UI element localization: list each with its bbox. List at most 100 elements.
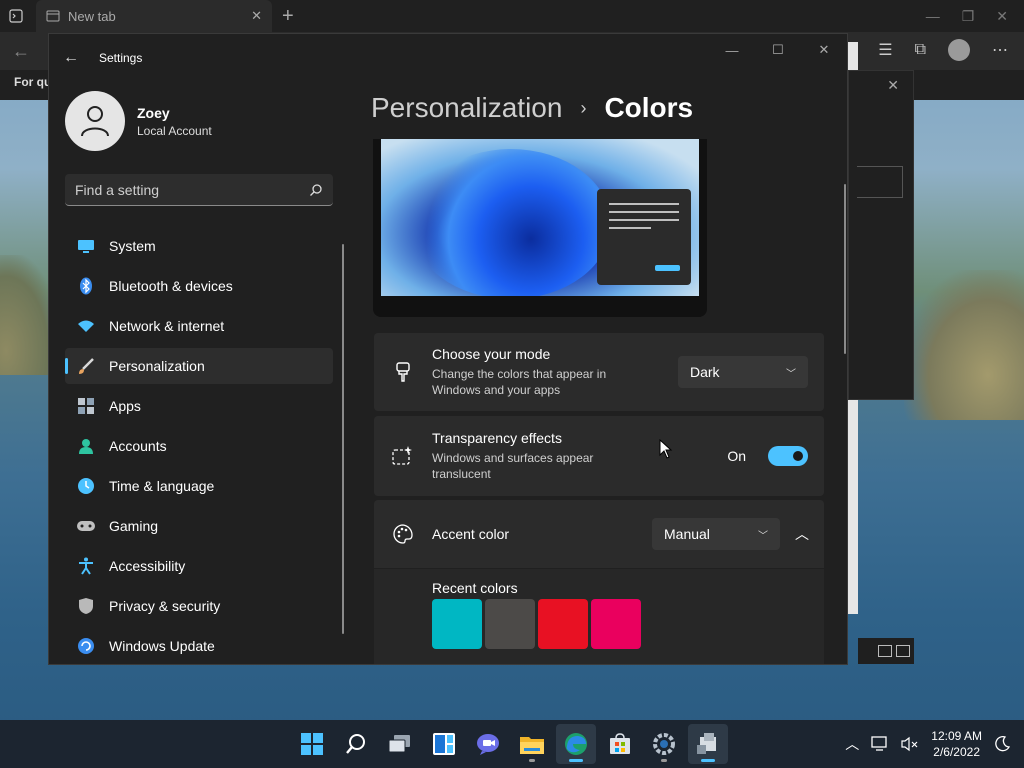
sidebar-item-gaming[interactable]: Gaming <box>65 508 333 544</box>
color-swatch[interactable] <box>485 599 535 649</box>
mode-dropdown[interactable]: Dark ﹀ <box>678 356 808 388</box>
sidebar-item-label: Windows Update <box>109 638 215 654</box>
globe-clock-icon <box>77 477 95 495</box>
accent-value: Manual <box>664 526 710 542</box>
tab-page-icon <box>46 10 60 22</box>
accent-color-card[interactable]: Accent color Manual ﹀ ︿ <box>374 500 824 568</box>
sidebar-item-label: System <box>109 238 156 254</box>
restore-icon[interactable]: ❐ <box>962 8 975 25</box>
search-icon[interactable] <box>309 183 323 197</box>
running-indicator <box>569 759 583 762</box>
tab-close-icon[interactable]: ✕ <box>251 8 262 24</box>
choose-mode-card: Choose your mode Change the colors that … <box>374 333 824 411</box>
chevron-up-icon[interactable]: ︿ <box>845 734 859 754</box>
task-view-icon[interactable] <box>380 724 420 764</box>
gamepad-icon <box>77 517 95 535</box>
sidebar-item-label: Accessibility <box>109 558 186 574</box>
collections-icon[interactable]: ⧉ <box>915 41 926 59</box>
app-title: Settings <box>99 51 143 65</box>
palette-icon <box>374 524 432 544</box>
grid-view-icon[interactable] <box>896 645 910 657</box>
settings-icon[interactable] <box>644 724 684 764</box>
avatar <box>65 91 125 151</box>
sidebar-item-label: Gaming <box>109 518 159 534</box>
landscape-hill-right <box>904 270 1024 420</box>
clock-time: 12:09 AM <box>931 729 982 743</box>
moon-icon[interactable] <box>994 736 1010 752</box>
browser-toolbar-right: ☰ ⧉ ⋯ <box>878 38 1024 62</box>
widgets-icon[interactable] <box>424 724 464 764</box>
back-arrow-icon[interactable]: ← <box>49 49 93 67</box>
apps-icon <box>77 397 95 415</box>
sidebar-item-label: Time & language <box>109 478 215 494</box>
user-profile[interactable]: Zoey Local Account <box>65 91 212 151</box>
running-indicator <box>701 759 715 762</box>
maximize-icon[interactable]: ☐ <box>755 34 801 66</box>
sidebar-scrollbar[interactable] <box>342 244 344 634</box>
sidebar-item-label: Bluetooth & devices <box>109 278 233 294</box>
more-menu-icon[interactable]: ⋯ <box>992 40 1008 60</box>
running-indicator <box>529 759 535 762</box>
preview-window <box>597 189 691 285</box>
browser-tab[interactable]: New tab ✕ <box>36 0 272 32</box>
content-scrollbar[interactable] <box>844 184 846 354</box>
start-icon[interactable] <box>292 724 332 764</box>
close-icon[interactable]: ✕ <box>996 8 1008 25</box>
sidebar-item-label: Apps <box>109 398 141 414</box>
close-icon[interactable]: ✕ <box>801 34 847 66</box>
store-icon[interactable] <box>600 724 640 764</box>
sparkle-icon <box>374 446 432 466</box>
sidebar-item-privacy-security[interactable]: Privacy & security <box>65 588 333 624</box>
favorites-icon[interactable]: ☰ <box>878 40 892 60</box>
bluetooth-icon <box>77 277 95 295</box>
search-icon[interactable] <box>336 724 376 764</box>
tab-title: New tab <box>68 8 116 24</box>
account-type: Local Account <box>137 123 212 138</box>
person-icon <box>77 437 95 455</box>
mode-title: Choose your mode <box>432 346 551 362</box>
sidebar-item-label: Network & internet <box>109 318 225 334</box>
new-tab-button[interactable]: + <box>282 5 294 28</box>
sidebar-item-apps[interactable]: Apps <box>65 388 333 424</box>
volume-muted-icon[interactable] <box>901 736 919 752</box>
transparency-state-label: On <box>727 448 746 464</box>
back-arrow-icon[interactable]: ← <box>12 41 30 62</box>
sidebar-item-label: Personalization <box>109 358 205 374</box>
preview-line <box>609 203 679 205</box>
sidebar-item-windows-update[interactable]: Windows Update <box>65 628 333 664</box>
search-input[interactable]: Find a setting <box>65 174 333 206</box>
color-swatch[interactable] <box>538 599 588 649</box>
sidebar-item-accessibility[interactable]: Accessibility <box>65 548 333 584</box>
minimize-icon[interactable]: — <box>709 34 755 66</box>
transparency-card: Transparency effects Windows and surface… <box>374 416 824 496</box>
profile-avatar[interactable] <box>948 39 970 61</box>
color-swatch[interactable] <box>432 599 482 649</box>
clock[interactable]: 12:09 AM 2/6/2022 <box>931 728 982 760</box>
sidebar-item-time-language[interactable]: Time & language <box>65 468 333 504</box>
minimize-icon[interactable]: — <box>926 8 940 25</box>
teams-chat-icon[interactable] <box>468 724 508 764</box>
sidebar-item-system[interactable]: System <box>65 228 333 264</box>
sidebar-item-network[interactable]: Network & internet <box>65 308 333 344</box>
breadcrumb-parent[interactable]: Personalization <box>371 92 562 124</box>
app-icon[interactable] <box>688 724 728 764</box>
sidebar-item-personalization[interactable]: Personalization <box>65 348 333 384</box>
sidebar-item-accounts[interactable]: Accounts <box>65 428 333 464</box>
mode-description: Change the colors that appear in Windows… <box>432 367 607 397</box>
dialog-close-icon[interactable]: ✕ <box>887 77 899 94</box>
tab-actions-icon[interactable] <box>0 0 32 32</box>
chevron-down-icon: ﹀ <box>786 368 796 380</box>
list-view-icon[interactable] <box>878 645 892 657</box>
color-swatch[interactable] <box>591 599 641 649</box>
dialog-input[interactable] <box>857 166 903 198</box>
file-explorer-icon[interactable] <box>512 724 552 764</box>
breadcrumb-separator: › <box>580 97 587 118</box>
network-monitor-icon[interactable] <box>871 736 889 752</box>
chevron-up-icon[interactable]: ︿ <box>786 524 818 544</box>
accent-dropdown[interactable]: Manual ﹀ <box>652 518 780 550</box>
bloom-image <box>411 149 611 296</box>
edge-icon[interactable] <box>556 724 596 764</box>
preview-line <box>609 219 679 221</box>
sidebar-item-bluetooth[interactable]: Bluetooth & devices <box>65 268 333 304</box>
transparency-toggle[interactable] <box>768 446 808 466</box>
